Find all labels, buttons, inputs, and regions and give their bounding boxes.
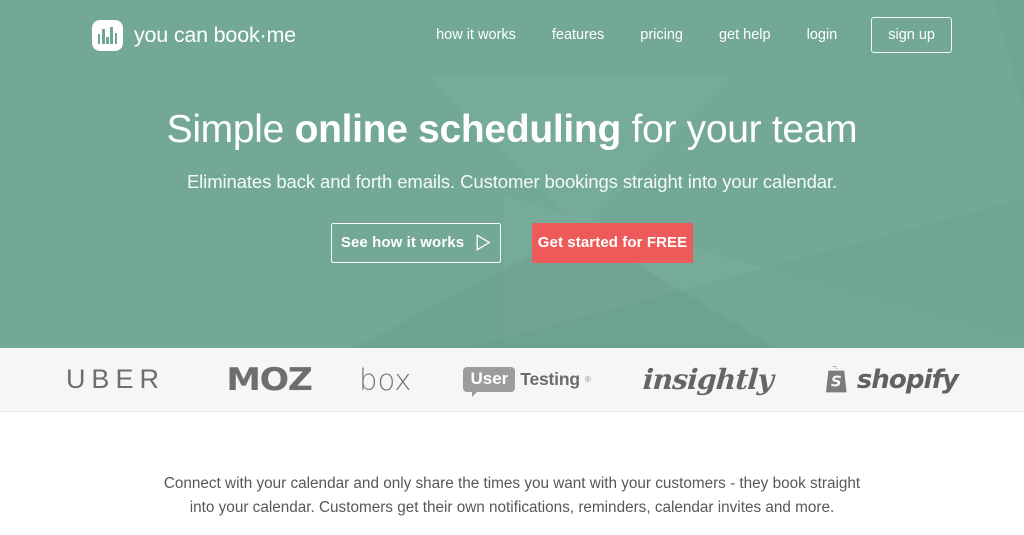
see-how-it-works-button[interactable]: See how it works: [331, 222, 501, 263]
landing-page: you can book·me how it works features pr…: [0, 0, 1024, 535]
play-triangle-icon: [476, 234, 491, 252]
brand-name: you can book·me: [134, 22, 296, 47]
intro-paragraph: Connect with your calendar and only shar…: [163, 475, 861, 516]
see-how-it-works-label: See how it works: [340, 234, 465, 252]
usertesting-lockup: User Testing ®: [463, 367, 591, 397]
hero-cta-row: See how it works Get started for FREE: [0, 222, 1024, 263]
logo-insightly: insightly: [617, 348, 799, 412]
site-header: you can book·me how it works features pr…: [0, 0, 1024, 70]
nav-item-pricing[interactable]: pricing: [622, 28, 701, 43]
hero-subheadline: Eliminates back and forth emails. Custom…: [186, 170, 838, 192]
bar-chart-logo-icon: [92, 19, 123, 51]
hero-section: you can book·me how it works features pr…: [0, 0, 1024, 348]
brand-logo-link[interactable]: you can book·me: [92, 19, 296, 51]
nav-item-features[interactable]: features: [534, 28, 622, 43]
insightly-wordmark: insightly: [641, 363, 774, 396]
uber-wordmark: UBER: [65, 364, 165, 394]
shopify-lockup: S shopify: [825, 364, 959, 395]
logo-uber: UBER: [40, 348, 205, 412]
logo-usertesting: User Testing ®: [437, 348, 616, 412]
logo-shopify: S shopify: [799, 348, 984, 412]
moz-wordmark: MOZ: [226, 361, 313, 398]
nav-item-how-it-works[interactable]: how it works: [418, 28, 534, 43]
box-wordmark: box: [359, 362, 412, 397]
svg-text:S: S: [831, 373, 842, 391]
get-started-button[interactable]: Get started for FREE: [532, 222, 693, 263]
usertesting-wordmark: Testing: [520, 368, 580, 389]
usertesting-bubble-icon: User: [463, 367, 516, 397]
nav-item-login[interactable]: login: [789, 28, 856, 43]
shopping-bag-icon: S: [825, 366, 848, 393]
sign-up-button[interactable]: sign up: [871, 16, 952, 54]
hero-headline: Simple online scheduling for your team: [0, 108, 1024, 152]
shopify-wordmark: shopify: [856, 364, 959, 395]
logo-moz: MOZ: [205, 348, 333, 412]
headline-emphasis: online scheduling: [294, 108, 622, 151]
main-navigation: how it works features pricing get help l…: [418, 16, 952, 54]
nav-item-get-help[interactable]: get help: [701, 28, 789, 43]
customer-logo-strip: UBER MOZ box User Testing ® insightly S …: [0, 348, 1024, 412]
headline-part-2: for your team: [620, 108, 858, 151]
intro-section: Connect with your calendar and only shar…: [0, 412, 1024, 535]
hero-content: Simple online scheduling for your team E…: [0, 70, 1024, 263]
headline-part-1: Simple: [166, 108, 295, 151]
logo-box: box: [333, 348, 437, 412]
registered-mark: ®: [584, 374, 591, 384]
